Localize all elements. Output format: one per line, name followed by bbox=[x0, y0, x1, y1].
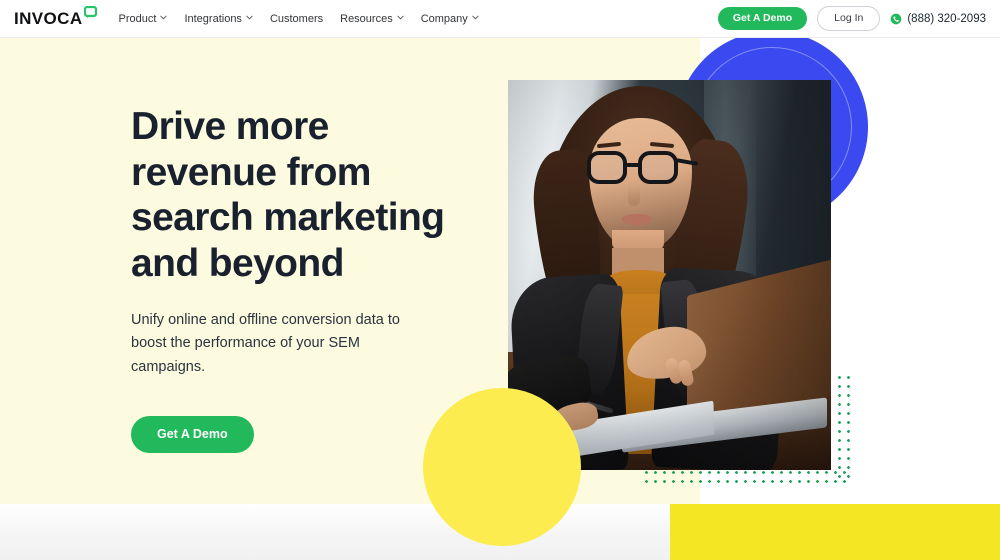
nav-item-product[interactable]: Product bbox=[119, 13, 168, 25]
main-navigation: Product Integrations Customers Resources bbox=[119, 13, 479, 25]
logo-wordmark: INVOCA bbox=[14, 9, 83, 28]
nav-item-company[interactable]: Company bbox=[421, 13, 479, 25]
nav-item-label: Integrations bbox=[184, 12, 242, 25]
page-title: Drive more revenue from search marketing… bbox=[131, 105, 445, 285]
hero-get-a-demo-button[interactable]: Get A Demo bbox=[131, 416, 254, 453]
header-actions: Get A Demo Log In (888) 320-2093 bbox=[717, 6, 986, 31]
bottom-yellow-band bbox=[670, 504, 1000, 560]
phone-icon bbox=[890, 13, 902, 25]
nav-item-customers[interactable]: Customers bbox=[270, 13, 323, 25]
nav-item-label: Customers bbox=[269, 12, 324, 25]
chevron-down-icon bbox=[397, 14, 404, 21]
chevron-down-icon bbox=[160, 14, 168, 21]
nav-item-resources[interactable]: Resources bbox=[340, 13, 404, 25]
invoca-logo[interactable]: INVOCA bbox=[14, 6, 97, 28]
site-header: INVOCA Product Integrations Customers Re… bbox=[0, 0, 1000, 38]
speech-bubble-icon bbox=[83, 6, 97, 18]
nav-item-integrations[interactable]: Integrations bbox=[184, 12, 253, 25]
dot-grid-horizontal-decoration bbox=[640, 466, 851, 484]
header-get-a-demo-button[interactable]: Get A Demo bbox=[717, 7, 808, 30]
hero-copy: Drive more revenue from search marketing… bbox=[131, 104, 471, 453]
chevron-down-icon bbox=[472, 14, 479, 21]
nav-item-label: Company bbox=[420, 12, 468, 25]
phone-number-link[interactable]: (888) 320-2093 bbox=[890, 13, 986, 25]
hero-subheading: Unify online and offline conversion data… bbox=[131, 311, 400, 376]
login-button[interactable]: Log In bbox=[817, 6, 881, 31]
phone-number-text: (888) 320-2093 bbox=[907, 12, 986, 25]
nav-item-label: Product bbox=[118, 12, 157, 25]
chevron-down-icon bbox=[246, 14, 253, 21]
invoca-landing-page: Drive more revenue from search marketing… bbox=[0, 0, 1000, 560]
nav-item-label: Resources bbox=[340, 12, 393, 25]
